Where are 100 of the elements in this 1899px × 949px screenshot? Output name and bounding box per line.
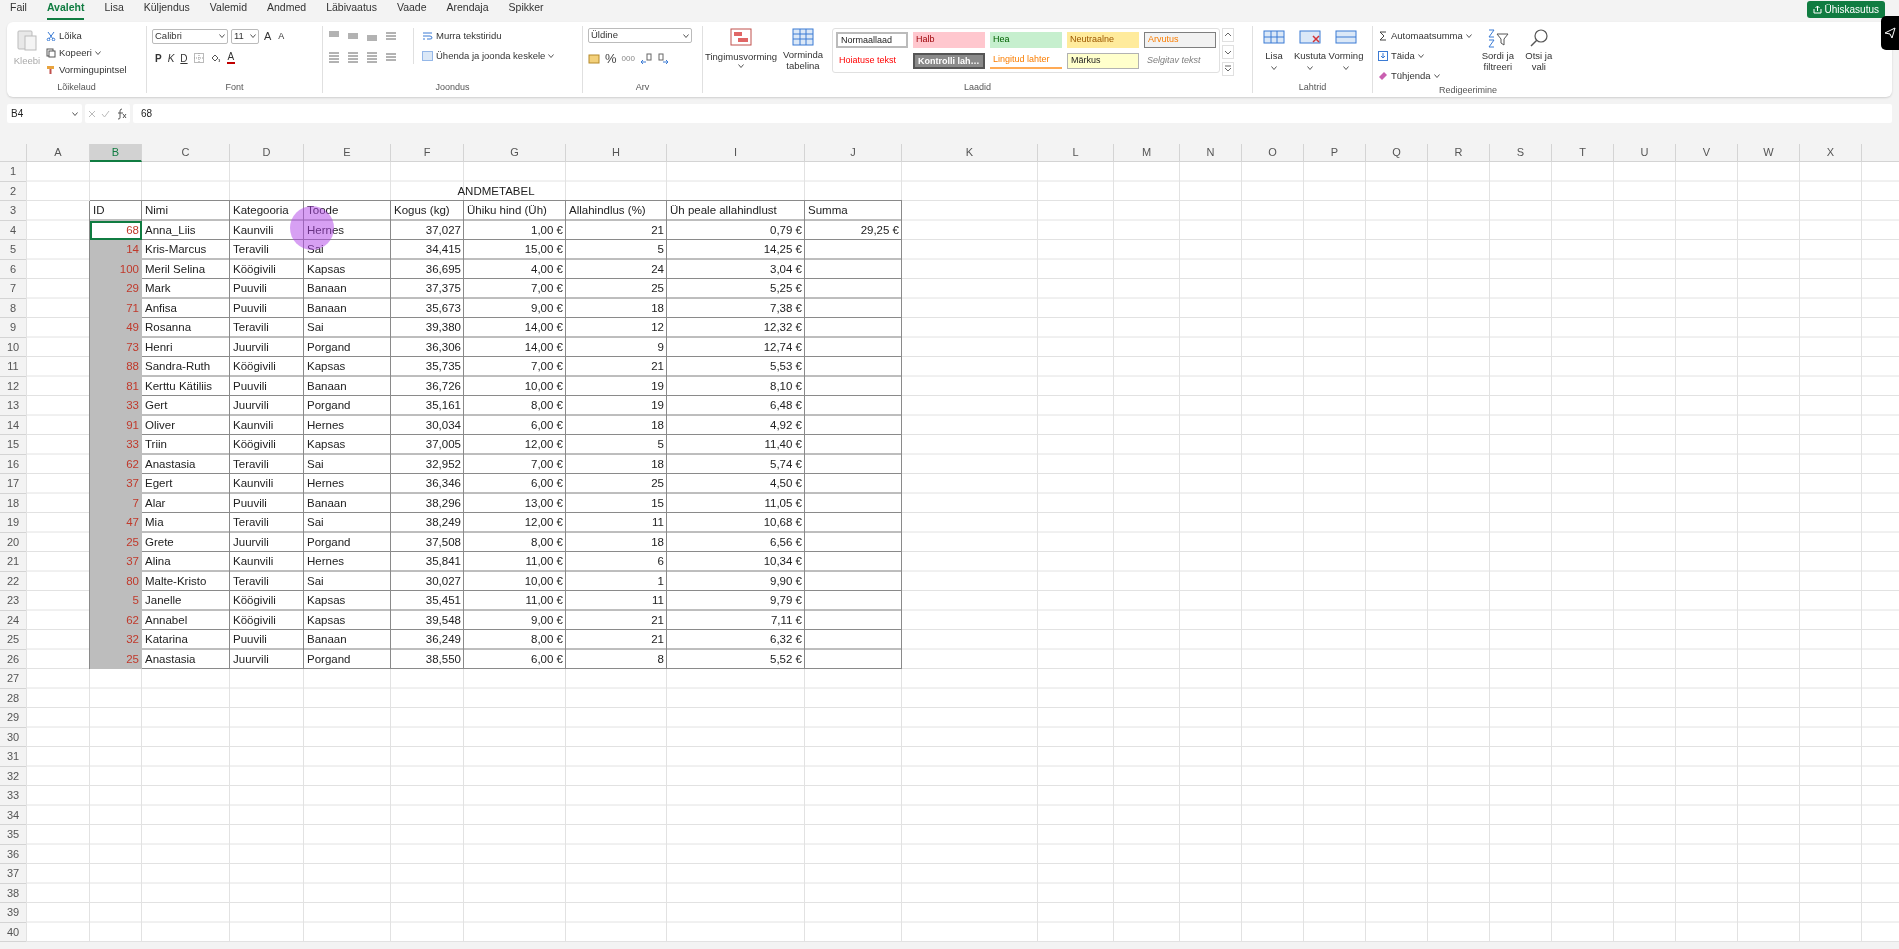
- menu-tab[interactable]: Spikker: [508, 0, 544, 20]
- underline-button[interactable]: D: [180, 50, 188, 66]
- menu-tab[interactable]: Arendaja: [446, 0, 489, 20]
- column-header[interactable]: B: [90, 144, 142, 162]
- column-header[interactable]: T: [1552, 144, 1614, 162]
- column-header[interactable]: R: [1428, 144, 1490, 162]
- cell-style[interactable]: Hea: [990, 32, 1062, 48]
- copy-icon: [46, 48, 56, 58]
- menu-tab[interactable]: Avaleht: [46, 0, 85, 20]
- cell-style[interactable]: Halb: [913, 32, 985, 48]
- row-header[interactable]: 17: [0, 474, 27, 494]
- table-cell-text: Alar: [144, 495, 167, 511]
- table-cell-text: Annabel: [144, 612, 189, 628]
- row-header[interactable]: 37: [0, 864, 27, 884]
- column-header[interactable]: N: [1180, 144, 1242, 162]
- column-header[interactable]: E: [304, 144, 391, 162]
- cell-style[interactable]: Neutraalne: [1067, 32, 1139, 48]
- column-header[interactable]: W: [1738, 144, 1800, 162]
- cells-button[interactable]: Kustuta: [1294, 28, 1326, 71]
- sort-filter-button[interactable]: Sordi ja filtreeri: [1475, 28, 1520, 72]
- font-color-button[interactable]: A: [226, 52, 236, 64]
- format-as-table-button[interactable]: Vorminda tabelina: [778, 28, 828, 71]
- menu-tab[interactable]: Läbivaatus: [326, 0, 377, 20]
- row-header[interactable]: 3: [0, 201, 27, 221]
- column-header[interactable]: H: [566, 144, 667, 162]
- table-cell-text: Kapsas: [306, 612, 347, 628]
- column-header[interactable]: X: [1800, 144, 1862, 162]
- row-header[interactable]: 33: [0, 786, 27, 806]
- number-format-field[interactable]: Üldine: [588, 28, 692, 43]
- gallery-scroll-button[interactable]: [1222, 62, 1234, 76]
- row-header[interactable]: 27: [0, 669, 27, 689]
- column-header[interactable]: G: [464, 144, 566, 162]
- row-header[interactable]: 35: [0, 825, 27, 845]
- table-cell-text: 21: [650, 632, 665, 648]
- font-size-field[interactable]: 11: [231, 28, 259, 44]
- ribbon-button[interactable]: Ühenda ja joonda keskele: [422, 48, 555, 64]
- ribbon-button[interactable]: Kopeeri: [46, 45, 127, 61]
- row-header[interactable]: 13: [0, 396, 27, 416]
- table-cell-text: Teravili: [232, 573, 270, 589]
- gallery-scroll-button[interactable]: [1222, 28, 1234, 42]
- percent-button[interactable]: %: [605, 49, 617, 69]
- grow-font-button[interactable]: A: [262, 28, 274, 45]
- column-header[interactable]: U: [1614, 144, 1676, 162]
- row-header[interactable]: 1: [0, 162, 27, 182]
- row-header[interactable]: 31: [0, 747, 27, 767]
- row-header[interactable]: 9: [0, 318, 27, 338]
- thousands-button[interactable]: 000: [621, 52, 635, 65]
- cells-button[interactable]: Vorming: [1330, 28, 1362, 71]
- font-name-field[interactable]: Calibri: [152, 28, 228, 44]
- bold-button[interactable]: P: [155, 50, 162, 66]
- menu-tab[interactable]: Valemid: [209, 0, 247, 20]
- share-button[interactable]: Ühiskasutus: [1806, 1, 1885, 18]
- row-header[interactable]: 5: [0, 240, 27, 260]
- row-header[interactable]: 21: [0, 552, 27, 572]
- send-panel[interactable]: [1881, 16, 1899, 50]
- find-select-button[interactable]: Otsi ja vali: [1523, 28, 1554, 72]
- column-header[interactable]: K: [902, 144, 1038, 162]
- ribbon-button[interactable]: Täida: [1378, 48, 1472, 64]
- align-left-icon: [328, 51, 340, 63]
- menu-tab[interactable]: Lisa: [104, 0, 124, 20]
- row-header[interactable]: 15: [0, 435, 27, 455]
- ribbon-button[interactable]: Tühjenda: [1378, 68, 1472, 84]
- row-header[interactable]: 39: [0, 903, 27, 923]
- column-header[interactable]: O: [1242, 144, 1304, 162]
- row-header[interactable]: 25: [0, 630, 27, 650]
- column-header[interactable]: V: [1676, 144, 1738, 162]
- cell-style[interactable]: Normaallaad: [836, 32, 908, 48]
- name-box[interactable]: B4: [7, 104, 82, 123]
- row-header[interactable]: 19: [0, 513, 27, 533]
- column-header[interactable]: J: [805, 144, 902, 162]
- table-cell: 7: [90, 493, 142, 513]
- column-header[interactable]: I: [667, 144, 805, 162]
- column-header[interactable]: A: [27, 144, 90, 162]
- ribbon-button[interactable]: Vormingupintsel: [46, 62, 127, 78]
- ribbon-button[interactable]: Murra tekstiridu: [422, 28, 555, 44]
- ribbon-button[interactable]: Automaatsumma: [1378, 28, 1472, 44]
- italic-button[interactable]: K: [167, 50, 175, 66]
- formula-field[interactable]: 68: [133, 104, 1892, 123]
- row-header[interactable]: 7: [0, 279, 27, 299]
- column-header[interactable]: C: [142, 144, 230, 162]
- column-header[interactable]: L: [1038, 144, 1114, 162]
- column-header[interactable]: M: [1114, 144, 1180, 162]
- column-header[interactable]: Q: [1366, 144, 1428, 162]
- menu-tab[interactable]: Andmed: [267, 0, 307, 20]
- menu-tab[interactable]: Vaade: [396, 0, 427, 20]
- menu-tab[interactable]: Fail: [10, 0, 27, 20]
- row-header[interactable]: 29: [0, 708, 27, 728]
- cell-style[interactable]: Märkus: [1067, 53, 1139, 69]
- row-header[interactable]: 23: [0, 591, 27, 611]
- row-header[interactable]: 11: [0, 357, 27, 377]
- column-header[interactable]: D: [230, 144, 304, 162]
- shrink-font-button[interactable]: A: [276, 29, 287, 43]
- menu-tab[interactable]: Küljendus: [143, 0, 190, 20]
- gallery-scroll-button[interactable]: [1222, 45, 1234, 59]
- column-header[interactable]: S: [1490, 144, 1552, 162]
- column-header[interactable]: F: [391, 144, 464, 162]
- ribbon-button[interactable]: Lõika: [46, 28, 127, 44]
- table-cell-text: Malte-Kristo: [144, 573, 208, 589]
- cells-button[interactable]: Lisa: [1258, 28, 1290, 71]
- column-header[interactable]: P: [1304, 144, 1366, 162]
